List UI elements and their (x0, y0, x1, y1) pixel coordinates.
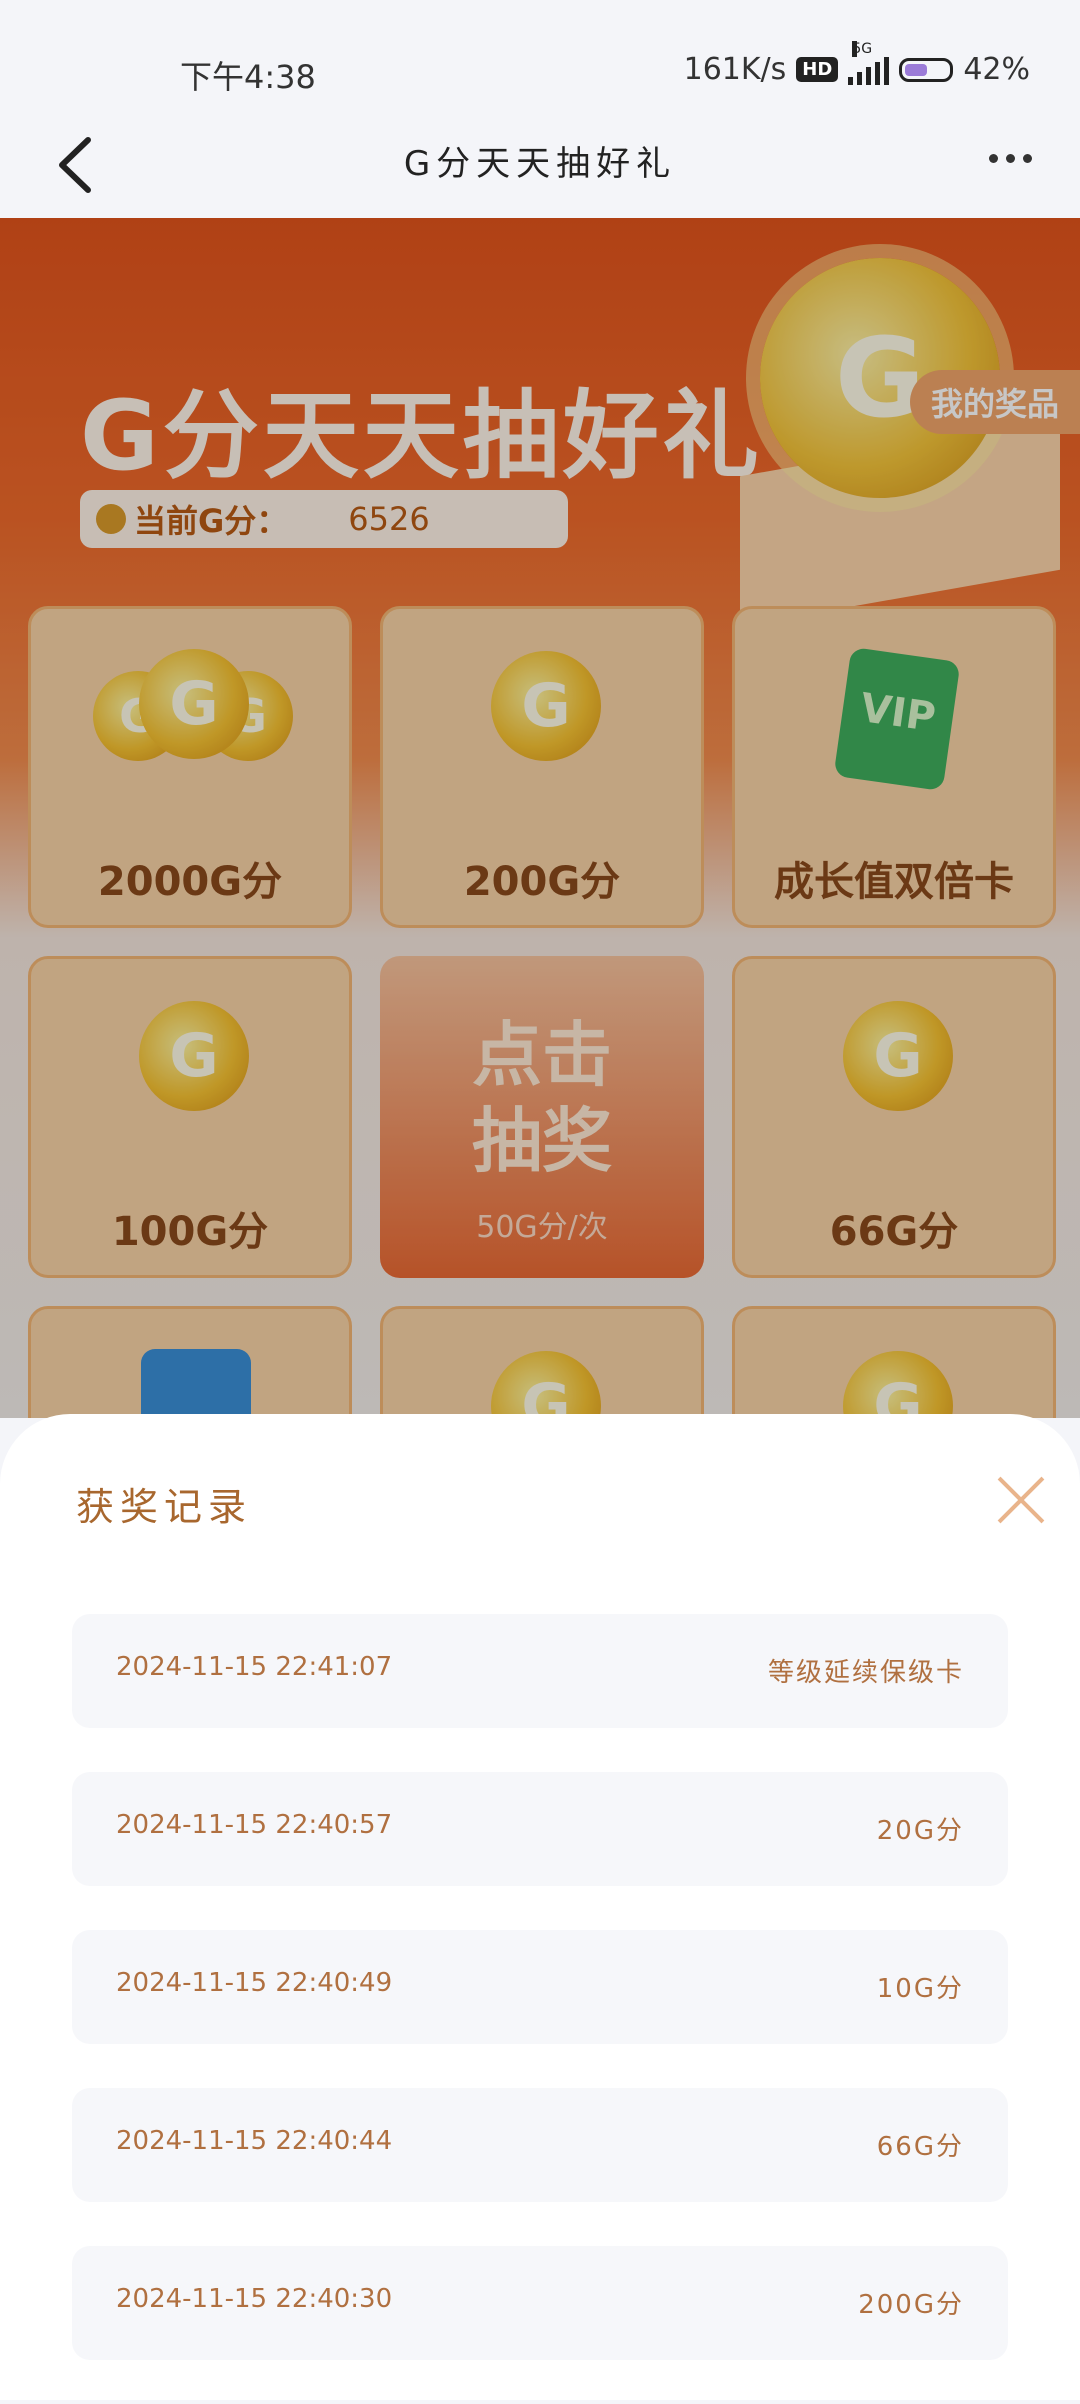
battery-icon (899, 57, 954, 82)
record-prize: 200G分 (858, 2290, 964, 2320)
record-prize: 等级延续保级卡 (767, 1658, 964, 1688)
record-item: 2024-11-15 22:40:49 10G分 (72, 1930, 1008, 2044)
record-item: 2024-11-15 22:41:07 等级延续保级卡 (72, 1614, 1008, 1728)
record-time: 2024-11-15 22:40:30 (116, 2284, 393, 2314)
record-prize: 10G分 (876, 1974, 964, 2004)
battery-percent: 42% (963, 52, 1030, 87)
page-title: G分天天抽好礼 (403, 144, 677, 184)
modal-overlay[interactable] (0, 218, 1080, 1418)
network-type: 5G (852, 40, 873, 57)
record-time: 2024-11-15 22:40:44 (116, 2126, 393, 2156)
network-speed: 161K/s (683, 52, 787, 87)
record-list: 2024-11-15 22:41:07 等级延续保级卡 2024-11-15 2… (72, 1614, 1008, 2404)
hd-badge: HD (796, 57, 839, 82)
signal-icon: 5G (848, 40, 890, 85)
record-prize: 20G分 (876, 1816, 964, 1846)
more-dots-icon (989, 154, 998, 163)
record-time: 2024-11-15 22:40:57 (116, 1810, 393, 1840)
record-time: 2024-11-15 22:40:49 (116, 1968, 393, 1998)
record-time: 2024-11-15 22:41:07 (116, 1652, 393, 1682)
record-item: 2024-11-15 22:40:30 200G分 (72, 2246, 1008, 2360)
prize-record-sheet: 获奖记录 2024-11-15 22:41:07 等级延续保级卡 2024-11… (0, 1414, 1080, 2400)
record-item: 2024-11-15 22:40:44 66G分 (72, 2088, 1008, 2202)
more-button[interactable] (989, 154, 1032, 163)
status-indicators: 161K/s HD 5G 42% (683, 40, 1030, 87)
close-icon[interactable] (994, 1476, 1044, 1526)
nav-bar: G分天天抽好礼 (0, 110, 1080, 220)
status-time: 下午4:38 (180, 58, 316, 96)
record-item: 2024-11-15 22:40:57 20G分 (72, 1772, 1008, 1886)
sheet-title: 获奖记录 (76, 1485, 253, 1529)
record-prize: 66G分 (876, 2132, 964, 2162)
